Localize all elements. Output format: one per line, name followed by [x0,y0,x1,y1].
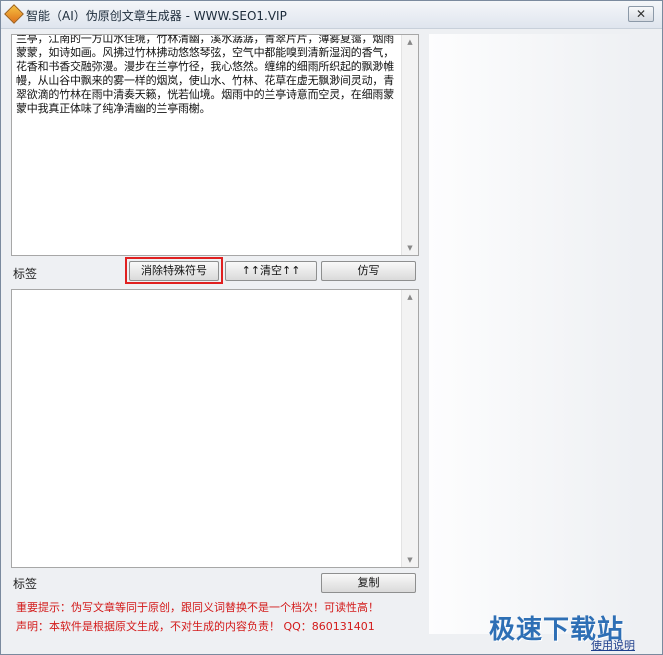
input-textarea[interactable]: 兰亭，江南的一方山水佳境，竹林清幽，溪水潺潺，青翠片片，薄雾夏霭，烟雨蒙蒙，如诗… [11,34,419,256]
rewrite-button[interactable]: 仿写 [321,261,416,281]
input-text: 兰亭，江南的一方山水佳境，竹林清幽，溪水潺潺，青翠片片，薄雾夏霭，烟雨蒙蒙，如诗… [16,34,394,115]
scroll-down-icon[interactable]: ▼ [406,244,414,252]
tag-label-bottom: 标签 [13,577,38,591]
highlight-box [125,257,223,284]
statement-notice: 声明：本软件是根据原文生成，不对生成的内容负责！ QQ：860131401 [16,620,375,633]
close-button[interactable]: ✕ [628,6,654,22]
scroll-up-icon[interactable]: ▲ [406,38,414,46]
close-icon: ✕ [635,7,647,21]
copy-button[interactable]: 复制 [321,573,416,593]
help-link[interactable]: 使用说明 [591,637,635,653]
app-icon [4,4,24,24]
app-window: 智能（AI）伪原创文章生成器 - WWW.SEO1.VIP ✕ 兰亭，江南的一方… [0,0,663,655]
scroll-up-icon[interactable]: ▲ [406,293,414,301]
right-pane [429,34,639,634]
tag-label-top: 标签 [13,267,38,281]
scroll-down-icon[interactable]: ▼ [406,556,414,564]
important-notice: 重要提示：伪写文章等同于原创，跟同义词替换不是一个档次！可读性高！ [16,601,379,614]
output-textarea[interactable]: ▲ ▼ [11,289,419,568]
window-title: 智能（AI）伪原创文章生成器 - WWW.SEO1.VIP [26,9,287,23]
output-scrollbar[interactable]: ▲ ▼ [401,290,418,567]
clear-button[interactable]: ↑↑清空↑↑ [225,261,317,281]
title-bar[interactable]: 智能（AI）伪原创文章生成器 - WWW.SEO1.VIP ✕ [1,1,662,29]
input-scrollbar[interactable]: ▲ ▼ [401,35,418,255]
